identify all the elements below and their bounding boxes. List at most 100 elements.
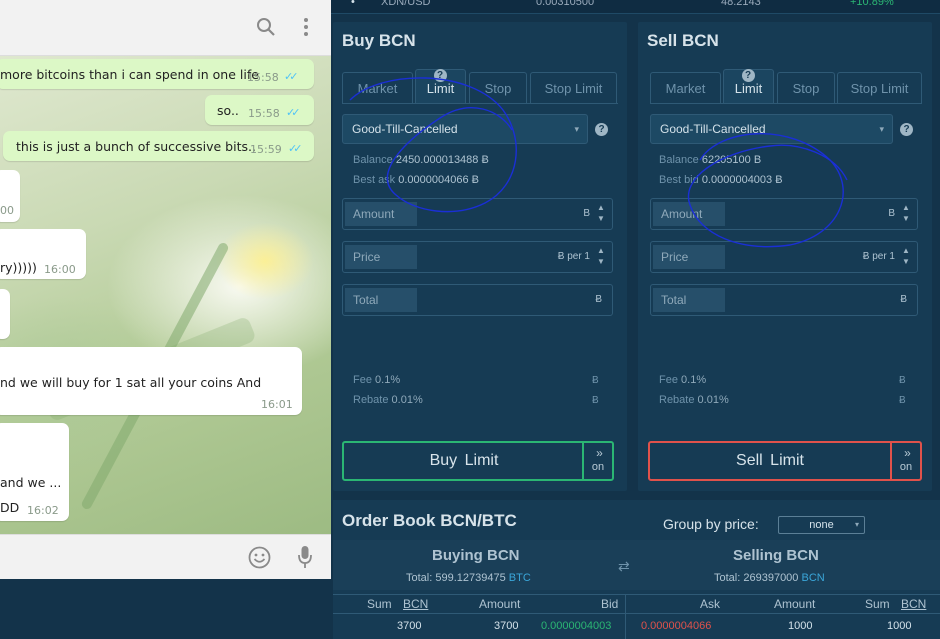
fee-label: Fee	[659, 374, 678, 386]
order-options-toggle[interactable]: » on	[890, 443, 920, 479]
column-sum-unit[interactable]: BCN	[901, 597, 926, 611]
column-amount[interactable]: Amount	[774, 597, 815, 611]
price-field[interactable]: Price Ƀ per 1 ▲ ▼	[342, 241, 613, 273]
buy-limit-label: Buy Limit	[429, 452, 499, 469]
cell-bid[interactable]: 0.0000004003	[541, 620, 611, 632]
best-label: Best bid	[659, 174, 699, 186]
stepper-icon[interactable]: ▲ ▼	[901, 245, 911, 267]
tab-help-icon[interactable]: ?	[741, 69, 755, 82]
price-field[interactable]: Price Ƀ per 1 ▲ ▼	[650, 241, 918, 273]
message-text: ry)))))	[0, 260, 37, 275]
emoji-icon[interactable]	[248, 546, 271, 569]
tab-limit[interactable]: ? Limit	[415, 69, 466, 104]
best-label: Best ask	[353, 174, 396, 186]
amount-label: Amount	[345, 202, 417, 226]
balance-value: 62205100 B	[701, 154, 762, 166]
best-value[interactable]: 0.0000004066 Ƀ	[398, 174, 479, 186]
message-bubble: and we ... DD 16:02	[0, 423, 69, 521]
tab-stop[interactable]: Stop	[777, 72, 835, 104]
chat-input-bar[interactable]	[0, 534, 331, 579]
best-price-line[interactable]: Best bid 0.0000004003 Ƀ	[659, 174, 783, 186]
chevron-down-icon: ▾	[879, 124, 884, 134]
chat-backdrop	[0, 579, 331, 639]
chevron-down-icon: ▾	[854, 520, 859, 529]
tab-label: Stop	[792, 81, 820, 96]
message-time: 00	[0, 204, 14, 217]
cell-sum: 3700	[397, 620, 422, 632]
best-value[interactable]: 0.0000004003 Ƀ	[702, 174, 783, 186]
buy-limit-button[interactable]: Buy Limit » on	[342, 441, 614, 481]
fee-value: 0.1%	[375, 374, 401, 386]
group-by-select[interactable]: ▾ none	[778, 516, 865, 534]
sell-limit-label: Sell Limit	[736, 452, 804, 469]
column-sum[interactable]: Sum	[865, 597, 890, 611]
ticker-price: 0.00310500	[536, 0, 595, 8]
help-icon[interactable]: ?	[900, 123, 913, 136]
tab-market[interactable]: Market	[650, 72, 721, 104]
price-label: Price	[653, 245, 725, 269]
price-unit: Ƀ per 1	[862, 251, 895, 262]
more-vertical-icon[interactable]	[302, 17, 310, 37]
fee-value: 0.1%	[681, 374, 707, 386]
message-text: this is just a bunch of successive bits.…	[16, 139, 256, 154]
message-time: 15:59	[250, 143, 282, 156]
total-field[interactable]: Total Ƀ	[650, 284, 918, 316]
order-options-label: on	[899, 461, 913, 473]
total-unit: Ƀ	[595, 294, 602, 305]
order-type-select[interactable]: Good-Till-Cancelled ▾	[342, 114, 588, 144]
amount-field[interactable]: Amount B ▲ ▼	[342, 198, 613, 230]
microphone-icon[interactable]	[297, 545, 313, 570]
buying-total-currency: BTC	[508, 572, 531, 584]
order-book-title: Order Book BCN/BTC	[342, 511, 517, 530]
tab-help-icon[interactable]: ?	[433, 69, 447, 82]
chevrons-right-icon: »	[904, 446, 911, 460]
tab-limit[interactable]: ? Limit	[723, 69, 774, 104]
search-icon[interactable]	[256, 17, 276, 37]
column-amount[interactable]: Amount	[479, 597, 520, 611]
rebate-label: Rebate	[659, 394, 695, 406]
read-receipt-icon: ✓✓	[288, 142, 303, 155]
rebate-unit: Ƀ	[899, 395, 906, 406]
column-bid[interactable]: Bid	[601, 597, 618, 611]
group-by-label: Group by price:	[663, 516, 759, 532]
amount-unit: B	[583, 208, 590, 219]
total-label: Total	[345, 288, 417, 312]
ticker-row[interactable]: • XDN/USD 0.00310500 48.2143 +10.89%	[331, 0, 940, 14]
selling-total-label: Total:	[714, 572, 741, 584]
message-bubble: so.. 15:58 ✓✓	[205, 95, 314, 125]
buy-panel-title: Buy BCN	[342, 31, 416, 50]
column-sum-unit[interactable]: BCN	[403, 597, 428, 611]
column-ask[interactable]: Ask	[700, 597, 720, 611]
amount-unit: B	[888, 208, 895, 219]
tab-label: Limit	[734, 81, 763, 96]
balance-value: 2450.000013488 Ƀ	[395, 154, 489, 166]
tab-label: Stop	[484, 81, 512, 96]
tab-stop-limit[interactable]: Stop Limit	[837, 72, 922, 104]
amount-field[interactable]: Amount B ▲ ▼	[650, 198, 918, 230]
ticker-volume: 48.2143	[721, 0, 761, 8]
column-sum[interactable]: Sum	[367, 597, 392, 611]
column-sum-unit-label: BCN	[403, 597, 429, 611]
order-options-toggle[interactable]: » on	[582, 443, 612, 479]
tab-stop-limit[interactable]: Stop Limit	[530, 72, 617, 104]
amount-label: Amount	[653, 202, 725, 226]
cell-amount: 1000	[788, 620, 813, 632]
message-bubble: nd we will buy for 1 sat all your coins …	[0, 347, 302, 415]
tab-market[interactable]: Market	[342, 72, 413, 104]
stepper-icon[interactable]: ▲ ▼	[901, 202, 911, 224]
best-price-line[interactable]: Best ask 0.0000004066 Ƀ	[353, 174, 479, 186]
total-field[interactable]: Total Ƀ	[342, 284, 613, 316]
stepper-icon[interactable]: ▲ ▼	[596, 202, 606, 224]
selling-total-currency: BCN	[801, 572, 825, 584]
tab-stop[interactable]: Stop	[469, 72, 527, 104]
message-bubble: 00	[0, 170, 20, 222]
cell-ask[interactable]: 0.0000004066	[641, 620, 711, 632]
buy-panel: Buy BCN Market ? Limit Stop Stop Limit Go…	[333, 22, 627, 491]
sell-limit-button[interactable]: Sell Limit » on	[648, 441, 922, 481]
help-icon[interactable]: ?	[595, 123, 608, 136]
swap-icon[interactable]: ⇄	[618, 558, 630, 575]
stepper-icon[interactable]: ▲ ▼	[596, 245, 606, 267]
message-text: DD	[0, 500, 20, 515]
message-text: more bitcoins than i can spend in one li…	[0, 67, 259, 82]
order-type-select[interactable]: Good-Till-Cancelled ▾	[650, 114, 893, 144]
